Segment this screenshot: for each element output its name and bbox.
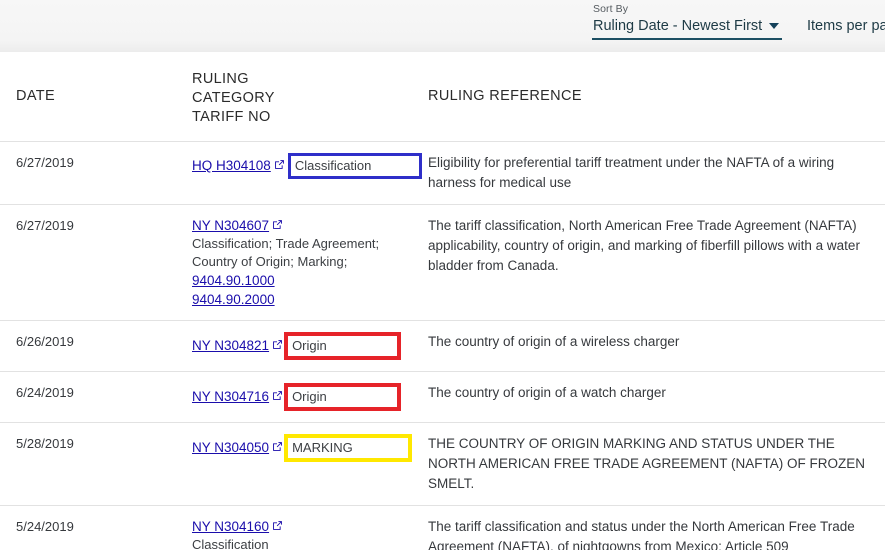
cell-ruling-reference: The country of origin of a wireless char… xyxy=(428,321,885,363)
cell-ruling-category-tariff: HQ H304108 Classification xyxy=(192,142,428,190)
cell-ruling-reference: THE COUNTRY OF ORIGIN MARKING AND STATUS… xyxy=(428,423,885,505)
ruling-number-label: NY N304160 xyxy=(192,519,270,534)
ruling-number-link[interactable]: NY N304821 xyxy=(192,336,283,355)
cell-date: 6/24/2019 xyxy=(0,372,192,413)
column-header-ruling-reference: RULING REFERENCE xyxy=(428,87,885,106)
ruling-category-highlighted: Classification xyxy=(287,153,423,179)
chevron-down-icon xyxy=(769,23,780,29)
ruling-category-highlighted: MARKING xyxy=(284,434,412,462)
column-header-ruling-category-tariff: RULING CATEGORY TARIFF NO xyxy=(192,52,428,141)
ruling-number-label: NY N304050 xyxy=(192,440,270,455)
tariff-number-link[interactable]: 9404.90.2000 xyxy=(192,290,275,309)
ruling-reference-text: THE COUNTRY OF ORIGIN MARKING AND STATUS… xyxy=(428,436,866,491)
table-body: 6/27/2019 HQ H304108 Classification Eligibi… xyxy=(0,142,885,550)
column-header-tariff-no-label: TARIFF NO xyxy=(192,109,271,125)
cell-ruling-category-tariff: NY N304716 Origin xyxy=(192,372,428,422)
ruling-date: 6/27/2019 xyxy=(16,155,74,170)
external-link-icon xyxy=(272,390,283,401)
ruling-category-text: Classification xyxy=(192,537,269,550)
sort-by-dropdown[interactable]: Ruling Date - Newest First xyxy=(592,16,782,40)
items-per-page-control[interactable]: Items per pa xyxy=(807,18,885,34)
cell-date: 5/28/2019 xyxy=(0,423,192,464)
ruling-reference-text: The tariff classification and status und… xyxy=(428,519,855,550)
column-header-ruling-label: RULING xyxy=(192,71,249,87)
ruling-number-link[interactable]: NY N304716 xyxy=(192,387,283,406)
cell-ruling-reference: The country of origin of a watch charger xyxy=(428,372,885,414)
ruling-category-text: Country of Origin; Marking; xyxy=(192,254,348,269)
table-row: 6/26/2019 NY N304821 Origin The country of … xyxy=(0,321,885,372)
cell-ruling-reference: The tariff classification, North America… xyxy=(428,205,885,287)
ruling-date: 5/28/2019 xyxy=(16,436,74,451)
external-link-icon xyxy=(272,520,283,531)
ruling-reference-text: The tariff classification, North America… xyxy=(428,218,860,273)
ruling-reference-text: Eligibility for preferential tariff trea… xyxy=(428,155,835,190)
ruling-date: 6/24/2019 xyxy=(16,385,74,400)
rulings-search-results-page: Sort By Ruling Date - Newest First Items… xyxy=(0,0,885,550)
results-toolbar: Sort By Ruling Date - Newest First Items… xyxy=(0,0,885,52)
column-header-ruling-reference-label: RULING REFERENCE xyxy=(428,88,582,104)
ruling-number-label: HQ H304108 xyxy=(192,158,271,173)
ruling-number-label: NY N304716 xyxy=(192,389,270,404)
cell-date: 6/27/2019 xyxy=(0,205,192,246)
ruling-category-text: Classification; Trade Agreement; xyxy=(192,236,380,251)
column-header-date: DATE xyxy=(0,87,192,106)
ruling-number-label: NY N304821 xyxy=(192,338,270,353)
cell-ruling-category-tariff: NY N304160Classification6108.32.00106108… xyxy=(192,506,428,550)
table-row: 6/27/2019 NY N304607 Classification; Trade… xyxy=(0,205,885,321)
ruling-number-link[interactable]: NY N304607 xyxy=(192,216,283,235)
ruling-reference-text: The country of origin of a watch charger xyxy=(428,385,666,400)
ruling-number-label: NY N304607 xyxy=(192,218,270,233)
ruling-reference-text: The country of origin of a wireless char… xyxy=(428,334,680,349)
cell-date: 5/24/2019 xyxy=(0,506,192,547)
ruling-date: 6/27/2019 xyxy=(16,218,74,233)
ruling-date: 6/26/2019 xyxy=(16,334,74,349)
external-link-icon xyxy=(274,159,285,170)
tariff-number-link[interactable]: 9404.90.1000 xyxy=(192,271,275,290)
table-row: 5/24/2019NY N304160Classification6108.32… xyxy=(0,506,885,550)
ruling-category-highlighted: Origin xyxy=(284,332,401,360)
column-header-date-label: DATE xyxy=(16,88,55,104)
table-row: 5/28/2019 NY N304050 MARKING THE COUNTRY OF… xyxy=(0,423,885,506)
external-link-icon xyxy=(272,219,283,230)
external-link-icon xyxy=(272,339,283,350)
cell-ruling-category-tariff: NY N304050 MARKING xyxy=(192,423,428,473)
sort-by-selected-value: Ruling Date - Newest First xyxy=(593,18,763,34)
rulings-table: DATE RULING CATEGORY TARIFF NO RULING RE… xyxy=(0,52,885,550)
sort-by-control-group: Sort By Ruling Date - Newest First xyxy=(592,0,782,40)
sort-by-label: Sort By xyxy=(593,3,629,15)
cell-ruling-reference: Eligibility for preferential tariff trea… xyxy=(428,142,885,204)
ruling-date: 5/24/2019 xyxy=(16,519,74,534)
external-link-icon xyxy=(272,441,283,452)
cell-date: 6/26/2019 xyxy=(0,321,192,362)
ruling-category-highlighted: Origin xyxy=(284,383,401,411)
cell-ruling-category-tariff: NY N304607 Classification; Trade Agreemen… xyxy=(192,205,428,320)
column-header-category-label: CATEGORY xyxy=(192,90,275,106)
ruling-number-link[interactable]: HQ H304108 xyxy=(192,156,285,175)
table-row: 6/27/2019 HQ H304108 Classification Eligibi… xyxy=(0,142,885,205)
table-header-row: DATE RULING CATEGORY TARIFF NO RULING RE… xyxy=(0,52,885,142)
cell-ruling-reference: The tariff classification and status und… xyxy=(428,506,885,550)
ruling-number-link[interactable]: NY N304160 xyxy=(192,517,283,536)
cell-date: 6/27/2019 xyxy=(0,142,192,183)
cell-ruling-category-tariff: NY N304821 Origin xyxy=(192,321,428,371)
ruling-number-link[interactable]: NY N304050 xyxy=(192,438,283,457)
table-row: 6/24/2019 NY N304716 Origin The country of … xyxy=(0,372,885,423)
